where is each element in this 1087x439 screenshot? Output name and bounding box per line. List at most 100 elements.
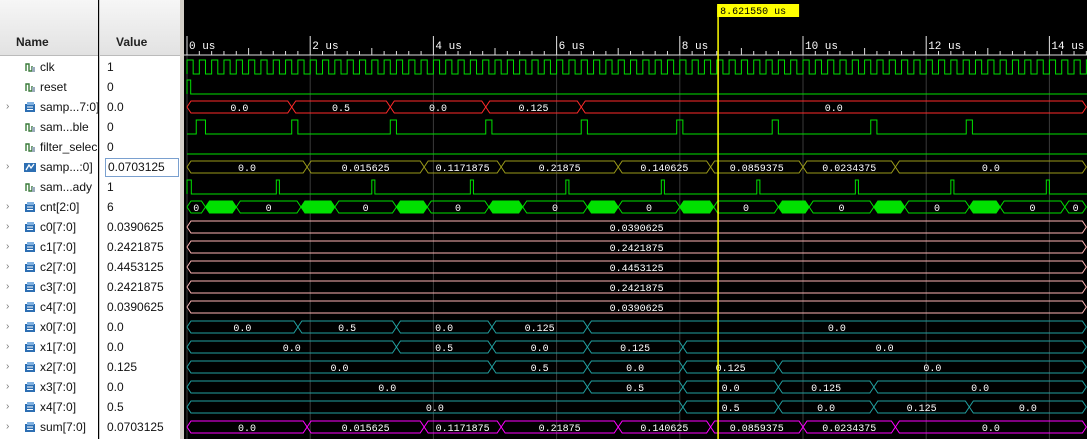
bus-value-label: 0.0 bbox=[923, 364, 941, 375]
selected-value-box[interactable]: 0.0703125 bbox=[105, 158, 179, 177]
bus-value-label: 0.015625 bbox=[342, 164, 390, 175]
signal-value-cell[interactable]: 0.2421875 bbox=[100, 277, 181, 297]
signal-value: 0.0 bbox=[107, 340, 124, 354]
signal-row[interactable]: reset bbox=[0, 77, 98, 97]
signal-name: clk bbox=[40, 60, 55, 74]
name-column-header[interactable]: Name bbox=[0, 0, 98, 56]
signal-value-cell[interactable]: 1 bbox=[100, 57, 181, 77]
expand-chevron-icon[interactable]: › bbox=[6, 317, 9, 337]
signal-value-cell[interactable]: 1 bbox=[100, 177, 181, 197]
signal-name: x1[7:0] bbox=[40, 340, 77, 354]
signal-value-cell[interactable]: 0.0 bbox=[100, 337, 181, 357]
expand-chevron-icon[interactable]: › bbox=[6, 237, 9, 257]
bus-value-label: 0 bbox=[455, 204, 461, 215]
value-column-header[interactable]: Value bbox=[100, 0, 181, 56]
expand-chevron-icon[interactable]: › bbox=[6, 337, 9, 357]
expand-chevron-icon[interactable]: › bbox=[6, 297, 9, 317]
bus-value-label: 0.0 bbox=[238, 164, 256, 175]
signal-row[interactable]: › samp...7:0] bbox=[0, 97, 98, 117]
bus-value-label: 0 bbox=[552, 204, 558, 215]
signal-value-cell[interactable]: 0 bbox=[100, 117, 181, 137]
signal-row[interactable]: › c2[7:0] bbox=[0, 257, 98, 277]
expand-chevron-icon[interactable]: › bbox=[6, 217, 9, 237]
bus-value-label: 0.1171875 bbox=[436, 164, 490, 175]
bus-value-label: 0 bbox=[646, 204, 652, 215]
bus-value-label: 0.0390625 bbox=[610, 224, 664, 235]
signal-value-cell[interactable]: 0.0 bbox=[100, 97, 181, 117]
signal-value-cell[interactable]: 0.0 bbox=[100, 377, 181, 397]
bus-value-label: 0.0390625 bbox=[610, 304, 664, 315]
signal-value-cell[interactable]: 0.0390625 bbox=[100, 217, 181, 237]
cursor-time-label: 8.621550 us bbox=[720, 7, 786, 18]
bus-value-label: 0 bbox=[266, 204, 272, 215]
bus-value-label: 0.0859375 bbox=[730, 424, 784, 435]
bus-value-label: 0.140625 bbox=[640, 164, 688, 175]
bus-value-label: 0.0 bbox=[429, 104, 447, 115]
signal-row[interactable]: › sum[7:0] bbox=[0, 417, 98, 437]
signal-row[interactable]: › x0[7:0] bbox=[0, 317, 98, 337]
ruler-label: 6 us bbox=[559, 41, 585, 53]
signal-row[interactable]: › x1[7:0] bbox=[0, 337, 98, 357]
bus-value-label: 0.0 bbox=[238, 424, 256, 435]
signal-value-cell[interactable]: 0.5 bbox=[100, 397, 181, 417]
signal-name: c0[7:0] bbox=[40, 220, 77, 234]
bus-signal-icon bbox=[25, 262, 35, 272]
bus-signal-icon bbox=[25, 102, 35, 112]
bus-value-label: 0.4453125 bbox=[610, 264, 664, 275]
signal-value: 0.0 bbox=[107, 320, 124, 334]
expand-chevron-icon[interactable]: › bbox=[6, 377, 9, 397]
signal-value-cell[interactable]: 6 bbox=[100, 197, 181, 217]
samble-trace bbox=[187, 119, 1087, 135]
bus-value-label: 0.0859375 bbox=[730, 164, 784, 175]
signal-row[interactable]: › cnt[2:0] bbox=[0, 197, 98, 217]
signal-value-cell[interactable]: 0.0 bbox=[100, 317, 181, 337]
signal-name: sam...ady bbox=[40, 180, 93, 194]
expand-chevron-icon[interactable]: › bbox=[6, 357, 9, 377]
clk-trace bbox=[186, 59, 1087, 75]
signal-row[interactable]: sam...ady bbox=[0, 177, 98, 197]
bus-trace: 0.0 0.015625 0.1171875 0.21875 0.140625 0.085… bbox=[186, 420, 1087, 435]
bus-value-label: 0.0 bbox=[283, 344, 301, 355]
signal-row[interactable]: › x4[7:0] bbox=[0, 397, 98, 417]
signal-value-cell[interactable]: 0.0703125 bbox=[100, 417, 181, 437]
ruler-label: 10 us bbox=[805, 41, 838, 53]
expand-chevron-icon[interactable]: › bbox=[6, 157, 9, 177]
signal-value-cell[interactable]: 0.0703125 bbox=[100, 157, 181, 177]
signal-value-cell[interactable]: 0.0390625 bbox=[100, 297, 181, 317]
bus-signal-icon bbox=[25, 322, 35, 332]
waveform-canvas[interactable]: 0 us 2 us 4 us 6 us 8 us 10 us 12 us 14 us 0.0 0… bbox=[184, 0, 1087, 439]
signal-value-cell[interactable]: 0 bbox=[100, 77, 181, 97]
signal-row[interactable]: › x2[7:0] bbox=[0, 357, 98, 377]
signal-row[interactable]: › samp...:0] bbox=[0, 157, 98, 177]
time-grid bbox=[186, 36, 1050, 439]
signal-row[interactable]: filter_selec bbox=[0, 137, 98, 157]
expand-chevron-icon[interactable]: › bbox=[6, 277, 9, 297]
expand-chevron-icon[interactable]: › bbox=[6, 197, 9, 217]
signal-value-cell[interactable]: 0.4453125 bbox=[100, 257, 181, 277]
bus-value-label: 0.21875 bbox=[539, 164, 581, 175]
bus-value-label: 0.0 bbox=[722, 384, 740, 395]
expand-chevron-icon[interactable]: › bbox=[6, 417, 9, 437]
signal-row[interactable]: clk bbox=[0, 57, 98, 77]
signal-row[interactable]: › c4[7:0] bbox=[0, 297, 98, 317]
signal-row[interactable]: › c3[7:0] bbox=[0, 277, 98, 297]
signal-row[interactable]: › c1[7:0] bbox=[0, 237, 98, 257]
bus-trace: 0.2421875 bbox=[186, 240, 1087, 255]
reset-trace bbox=[186, 79, 1087, 95]
bus-value-label: 0.0 bbox=[982, 424, 1000, 435]
signal-name: c3[7:0] bbox=[40, 280, 77, 294]
bus-value-label: 0.0 bbox=[1019, 404, 1037, 415]
signal-value-cell[interactable]: 0.125 bbox=[100, 357, 181, 377]
signal-row[interactable]: sam...ble bbox=[0, 117, 98, 137]
signal-value-cell[interactable]: 0 bbox=[100, 137, 181, 157]
signal-value-cell[interactable]: 0.2421875 bbox=[100, 237, 181, 257]
signal-row[interactable]: › c0[7:0] bbox=[0, 217, 98, 237]
bus-trace: 0.0390625 bbox=[186, 300, 1087, 315]
bus-value-label: 0 bbox=[934, 204, 940, 215]
expand-chevron-icon[interactable]: › bbox=[6, 397, 9, 417]
expand-chevron-icon[interactable]: › bbox=[6, 257, 9, 277]
signal-row[interactable]: › x3[7:0] bbox=[0, 377, 98, 397]
bit-signal-icon bbox=[25, 123, 35, 132]
expand-chevron-icon[interactable]: › bbox=[6, 97, 9, 117]
bus-value-label: 0 bbox=[363, 204, 369, 215]
